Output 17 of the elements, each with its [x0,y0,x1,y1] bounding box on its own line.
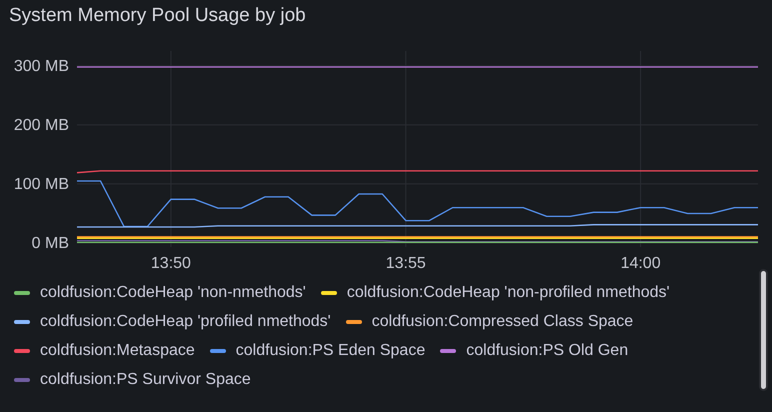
y-axis-label: 100 MB [14,176,69,193]
legend-label[interactable]: coldfusion:PS Eden Space [236,342,426,360]
legend-label[interactable]: coldfusion:CodeHeap 'non-nmethods' [40,284,306,302]
scrollbar[interactable] [759,269,768,391]
legend-label[interactable]: coldfusion:CodeHeap 'profiled nmethods' [40,312,331,330]
legend-label[interactable]: coldfusion:CodeHeap 'non-profiled nmethods' [346,284,670,302]
legend-label[interactable]: coldfusion:PS Old Gen [466,342,628,360]
x-axis-label: 14:00 [620,255,661,272]
y-axis-label: 0 MB [32,235,69,252]
panel-title: System Memory Pool Usage by job [9,5,306,26]
y-axis-label: 200 MB [14,116,69,134]
legend-label[interactable]: coldfusion:PS Survivor Space [40,370,251,388]
x-axis-label: 13:50 [150,255,191,272]
y-axis-label: 300 MB [14,58,69,75]
legend-label[interactable]: coldfusion:Metaspace [40,342,195,360]
x-axis-label: 13:55 [386,255,426,272]
legend-label[interactable]: coldfusion:Compressed Class Space [372,312,634,330]
